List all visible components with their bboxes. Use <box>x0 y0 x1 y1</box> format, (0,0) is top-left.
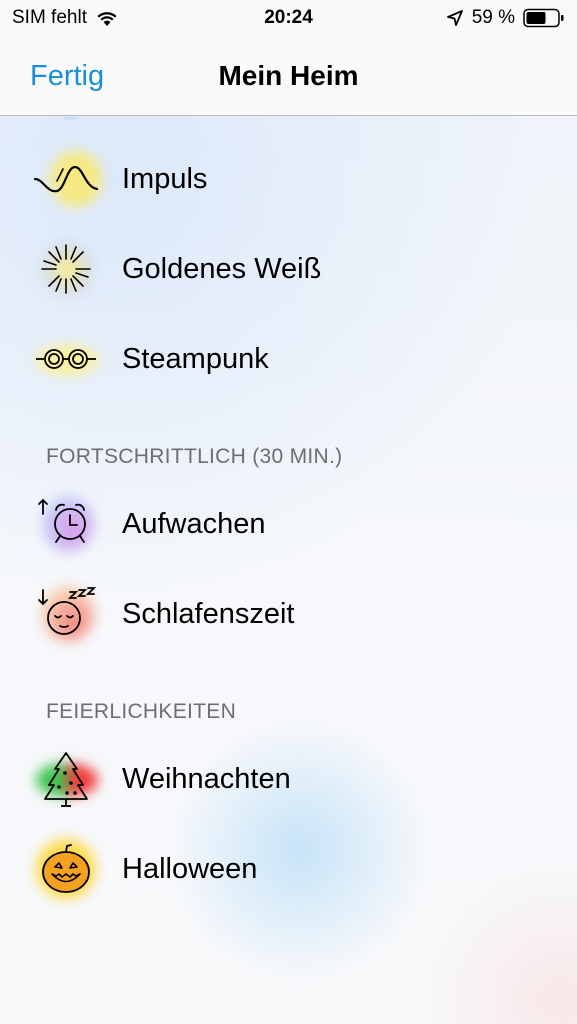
scene-list[interactable]: Impuls Goldenes Weiß Steampunk FORTSCHRI… <box>0 117 577 1024</box>
sleeping-face-icon <box>32 580 100 648</box>
partially-hidden-icon <box>55 117 85 121</box>
alarm-clock-icon <box>32 490 100 558</box>
wifi-icon <box>95 9 119 27</box>
scene-label: Goldenes Weiß <box>122 252 322 285</box>
scene-row-steampunk[interactable]: Steampunk <box>0 314 577 404</box>
done-button[interactable]: Fertig <box>30 36 104 116</box>
scene-row-impuls[interactable]: Impuls <box>0 134 577 224</box>
scene-label: Weihnachten <box>122 762 291 795</box>
location-icon <box>446 9 464 27</box>
section-header-festive: FEIERLICHKEITEN <box>46 700 237 723</box>
christmas-tree-icon <box>32 745 100 813</box>
navigation-bar: Fertig Mein Heim <box>0 36 577 116</box>
steampunk-goggles-icon <box>32 325 100 393</box>
scene-row-weihnachten[interactable]: Weihnachten <box>0 734 577 824</box>
scene-row-aufwachen[interactable]: Aufwachen <box>0 479 577 569</box>
scene-label: Steampunk <box>122 342 269 375</box>
sparkle-icon <box>32 235 100 303</box>
pumpkin-icon <box>32 835 100 903</box>
carrier-label: SIM fehlt <box>12 7 87 28</box>
scene-label: Schlafenszeit <box>122 597 295 630</box>
status-right: 59 % <box>446 7 565 29</box>
status-bar: SIM fehlt 20:24 59 % <box>0 0 577 36</box>
scene-row-schlafenszeit[interactable]: Schlafenszeit <box>0 569 577 659</box>
status-left: SIM fehlt <box>12 7 119 29</box>
scene-row-halloween[interactable]: Halloween <box>0 824 577 914</box>
pulse-wave-icon <box>32 145 102 213</box>
scene-label: Impuls <box>122 162 208 195</box>
scene-row-goldenes-weiss[interactable]: Goldenes Weiß <box>0 224 577 314</box>
battery-icon <box>523 8 565 28</box>
section-header-progressive: FORTSCHRITTLICH (30 MIN.) <box>46 445 343 468</box>
battery-percent: 59 % <box>471 7 515 28</box>
scene-label: Halloween <box>122 852 258 885</box>
scene-label: Aufwachen <box>122 507 266 540</box>
